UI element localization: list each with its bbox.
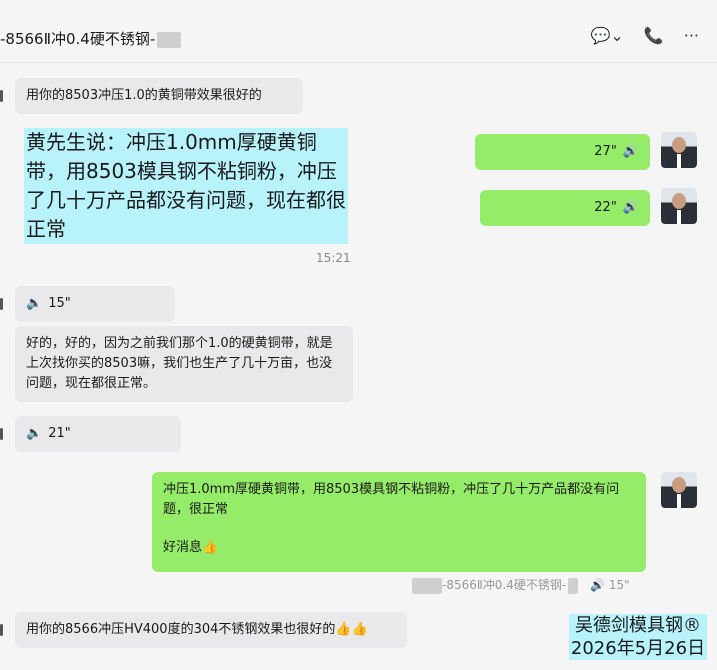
avatar-edge: [0, 298, 3, 310]
watermark: 吴德剑模具钢® 2026年5月26日: [569, 614, 707, 660]
chat-header: -8566Ⅱ冲0.4硬不锈钢- 💬⌄ 📞 ···: [0, 0, 717, 63]
voice-message-in[interactable]: 🔈 15": [15, 286, 175, 322]
voice-wave-icon: 🔊: [590, 578, 605, 592]
avatar[interactable]: [661, 188, 697, 224]
avatar[interactable]: [661, 132, 697, 168]
voice-wave-icon: 🔊: [622, 144, 639, 159]
avatar[interactable]: [661, 472, 697, 508]
voice-message-out[interactable]: 22" 🔊: [480, 190, 650, 226]
avatar-edge: [0, 90, 3, 102]
voice-message-in[interactable]: 🔈 21": [15, 416, 181, 452]
voice-wave-icon: 🔈: [26, 296, 43, 311]
phone-icon[interactable]: 📞: [644, 26, 664, 45]
more-icon[interactable]: ···: [684, 26, 699, 45]
avatar-edge: [0, 624, 3, 636]
blurred-name: [157, 31, 182, 48]
chat-title: -8566Ⅱ冲0.4硬不锈钢-: [0, 28, 182, 49]
voice-message-out[interactable]: 27" 🔊: [475, 134, 650, 170]
message-bubble: 好的，好的，因为之前我们那个1.0的硬黄铜带，就是上次找你买的8503嘛，我们也…: [15, 326, 353, 402]
blurred-name: [412, 577, 442, 594]
avatar-edge: [0, 428, 3, 440]
message-bubble-out: 冲压1.0mm厚硬黄铜带，用8503模具钢不粘铜粉，冲压了几十万产品都没有问题，…: [152, 472, 646, 572]
blurred-name: [568, 577, 579, 594]
voice-wave-icon: 🔊: [622, 200, 639, 215]
quoted-message[interactable]: -8566Ⅱ冲0.4硬不锈钢- 🔊 15": [410, 576, 630, 594]
voice-wave-icon: 🔈: [26, 426, 43, 441]
message-bubble: 用你的8503冲压1.0的黄铜带效果很好的: [15, 78, 303, 114]
highlight-note: 黄先生说：冲压1.0mm厚硬黄铜带，用8503模具钢不粘铜粉，冲压了几十万产品都…: [24, 128, 348, 244]
chat-area[interactable]: 用你的8503冲压1.0的黄铜带效果很好的 黄先生说：冲压1.0mm厚硬黄铜带，…: [0, 62, 717, 670]
timestamp: 15:21: [316, 251, 351, 265]
header-actions: 💬⌄ 📞 ···: [590, 26, 699, 45]
chat-icon[interactable]: 💬⌄: [590, 26, 623, 45]
message-bubble: 用你的8566冲压HV400度的304不锈钢效果也很好的👍👍: [15, 612, 407, 648]
